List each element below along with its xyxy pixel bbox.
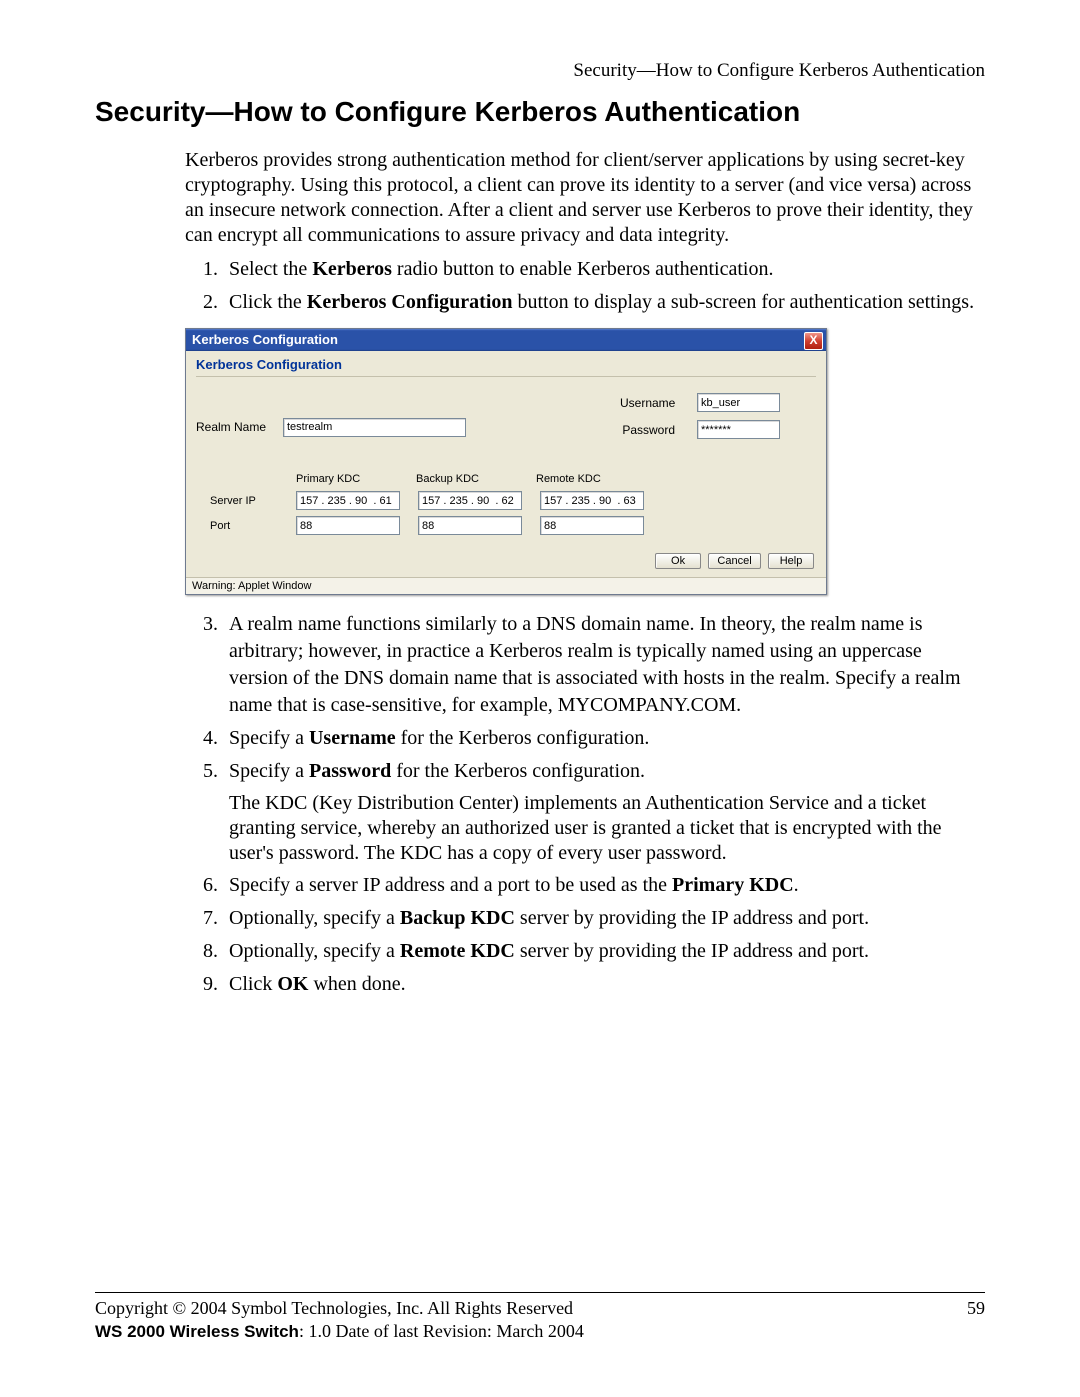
steps-list-bottom: A realm name functions similarly to a DN… — [185, 611, 985, 998]
backup-kdc-header: Backup KDC — [416, 473, 518, 485]
realm-name-input[interactable] — [283, 418, 466, 437]
dialog-title: Kerberos Configuration — [192, 332, 338, 347]
backup-ip-input[interactable] — [418, 491, 522, 510]
dialog-statusbar: Warning: Applet Window — [186, 577, 826, 594]
dialog-panel: Kerberos Configuration Realm Name Userna… — [186, 351, 826, 577]
step-4: Specify a Username for the Kerberos conf… — [223, 725, 985, 752]
step-8: Optionally, specify a Remote KDC server … — [223, 938, 985, 965]
close-icon[interactable]: X — [804, 332, 823, 350]
password-input[interactable] — [697, 420, 780, 439]
step-1: Select the Kerberos radio button to enab… — [223, 256, 985, 283]
page-title: Security—How to Configure Kerberos Authe… — [95, 96, 985, 128]
username-input[interactable] — [697, 393, 780, 412]
password-label: Password — [620, 423, 675, 437]
footer-version: : 1.0 Date of last Revision: March 2004 — [299, 1321, 584, 1341]
step-5: Specify a Password for the Kerberos conf… — [223, 758, 985, 866]
port-label: Port — [210, 520, 230, 532]
realm-name-label: Realm Name — [196, 420, 271, 434]
primary-ip-input[interactable] — [296, 491, 400, 510]
help-button[interactable]: Help — [768, 553, 814, 569]
footer-product: WS 2000 Wireless Switch — [95, 1322, 299, 1341]
cancel-button[interactable]: Cancel — [708, 553, 760, 569]
step-3: A realm name functions similarly to a DN… — [223, 611, 985, 719]
kdc-note: The KDC (Key Distribution Center) implem… — [229, 791, 985, 866]
footer-copyright: Copyright © 2004 Symbol Technologies, In… — [95, 1297, 573, 1320]
page-footer: Copyright © 2004 Symbol Technologies, In… — [95, 1292, 985, 1342]
step-6: Specify a server IP address and a port t… — [223, 872, 985, 899]
step-9: Click OK when done. — [223, 971, 985, 998]
server-ip-label: Server IP — [210, 495, 256, 507]
panel-heading: Kerberos Configuration — [196, 357, 816, 377]
steps-list-top: Select the Kerberos radio button to enab… — [185, 256, 985, 316]
intro-paragraph: Kerberos provides strong authentication … — [185, 148, 985, 248]
dialog-titlebar: Kerberos Configuration X — [186, 329, 826, 351]
username-label: Username — [620, 396, 675, 410]
step-7: Optionally, specify a Backup KDC server … — [223, 905, 985, 932]
remote-port-input[interactable] — [540, 516, 644, 535]
kerberos-config-dialog: Kerberos Configuration X Kerberos Config… — [185, 328, 827, 595]
primary-port-input[interactable] — [296, 516, 400, 535]
remote-ip-input[interactable] — [540, 491, 644, 510]
backup-port-input[interactable] — [418, 516, 522, 535]
dialog-button-row: Ok Cancel Help — [196, 553, 816, 569]
page-header: Security—How to Configure Kerberos Authe… — [95, 60, 985, 82]
primary-kdc-header: Primary KDC — [296, 473, 398, 485]
footer-page-number: 59 — [967, 1297, 985, 1320]
remote-kdc-header: Remote KDC — [536, 473, 638, 485]
ok-button[interactable]: Ok — [655, 553, 701, 569]
step-2: Click the Kerberos Configuration button … — [223, 289, 985, 316]
document-page: Security—How to Configure Kerberos Authe… — [0, 0, 1080, 1397]
